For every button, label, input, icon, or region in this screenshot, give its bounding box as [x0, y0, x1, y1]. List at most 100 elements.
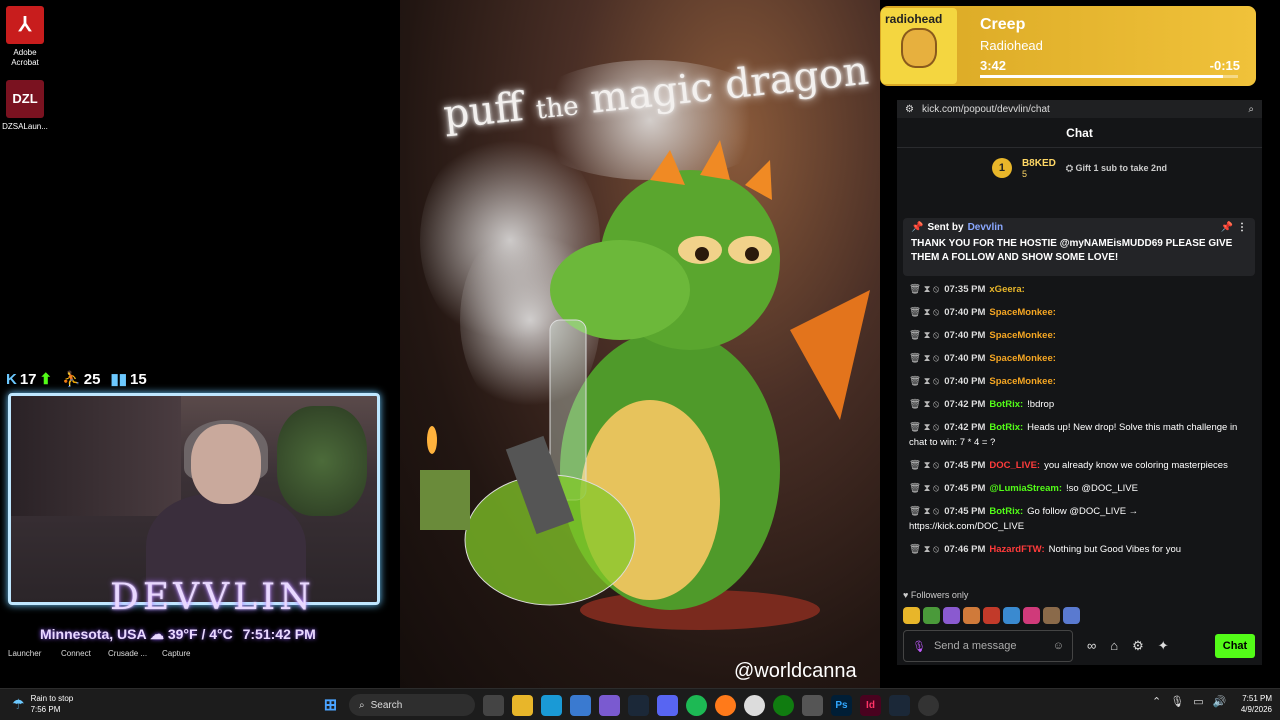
infinity-icon[interactable]: ∞: [1087, 638, 1096, 654]
message-username[interactable]: BotRix:: [989, 399, 1023, 410]
volume-icon[interactable]: 🔊: [1213, 695, 1227, 708]
message-username[interactable]: SpaceMonkee:: [989, 353, 1056, 364]
emote[interactable]: [1003, 607, 1020, 624]
message-username[interactable]: SpaceMonkee:: [989, 307, 1056, 318]
chat-message: 🗑 ⧗ ⦸ 07:42 PM BotRix: Heads up! New drop! …: [897, 416, 1262, 454]
mod-actions-icon[interactable]: 🗑 ⧗ ⦸: [909, 307, 939, 318]
desktop-icon-dzsa[interactable]: DZL DZSALaun...: [0, 80, 50, 132]
connect-label[interactable]: Connect: [61, 649, 91, 658]
store-icon[interactable]: ⌂: [1110, 638, 1118, 654]
mod-actions-icon[interactable]: 🗑 ⧗ ⦸: [909, 330, 939, 341]
steam-icon[interactable]: [628, 694, 649, 716]
chat-message: 🗑 ⧗ ⦸ 07:40 PM SpaceMonkee:: [897, 370, 1262, 393]
gift-sub-button[interactable]: ⛭ Gift 1 sub to take 2nd: [1066, 163, 1167, 174]
mod-actions-icon[interactable]: 🗑 ⧗ ⦸: [909, 399, 939, 410]
emote[interactable]: [943, 607, 960, 624]
taskbar-search[interactable]: ⌕ Search: [349, 694, 475, 716]
url-text[interactable]: kick.com/popout/devvlin/chat: [922, 104, 1240, 115]
mod-actions-icon[interactable]: 🗑 ⧗ ⦸: [909, 376, 939, 387]
emote[interactable]: [923, 607, 940, 624]
emote[interactable]: [1023, 607, 1040, 624]
leader-username[interactable]: B8KED: [1022, 158, 1056, 169]
emote-bar: [903, 607, 1080, 624]
mod-actions-icon[interactable]: 🗑 ⧗ ⦸: [909, 422, 939, 433]
heart-icon: ♥: [903, 590, 911, 600]
gear-icon[interactable]: ⚙: [1132, 638, 1144, 654]
obs-icon[interactable]: [918, 694, 939, 716]
message-username[interactable]: SpaceMonkee:: [989, 330, 1056, 341]
desktop-icon-label: Adobe: [13, 48, 37, 57]
app-icon[interactable]: [802, 694, 823, 716]
search-icon[interactable]: ⌕: [1248, 104, 1254, 115]
art-credit: @worldcanna: [734, 660, 857, 682]
desktop-icon-acrobat[interactable]: ⅄ Adobe Acrobat: [0, 6, 50, 68]
chrome-icon[interactable]: [744, 694, 765, 716]
spotify-icon[interactable]: [686, 694, 707, 716]
message-username[interactable]: HazardFTW:: [989, 544, 1044, 555]
song-title: Creep: [980, 16, 1026, 33]
microphone-icon[interactable]: 🎙: [912, 640, 926, 653]
taskbar-apps: ⊞ ⌕ Search Ps Id: [320, 694, 939, 716]
mod-actions-icon[interactable]: 🗑 ⧗ ⦸: [909, 506, 939, 517]
chevron-up-icon[interactable]: ⌃: [1152, 695, 1161, 708]
message-username[interactable]: BotRix:: [989, 506, 1023, 517]
emote[interactable]: [963, 607, 980, 624]
kick-icon: K: [6, 370, 17, 388]
pinned-sender[interactable]: Devvlin: [968, 222, 1004, 233]
arrow-up-icon: ⬆: [39, 371, 53, 388]
file-explorer-icon[interactable]: [512, 694, 533, 716]
unpin-icon[interactable]: 📌: [1221, 222, 1233, 233]
photoshop-icon[interactable]: Ps: [831, 694, 852, 716]
elapsed-time: 3:42: [980, 58, 1007, 73]
puzzle-icon[interactable]: ✦: [1158, 638, 1169, 654]
more-options-icon[interactable]: ⋮: [1237, 222, 1247, 233]
message-time: 07:40 PM: [944, 330, 986, 341]
album-cover: radiohead: [881, 8, 957, 84]
viewers-stat: ⛹ 25: [62, 370, 101, 389]
emote[interactable]: [983, 607, 1000, 624]
pinned-message: 📌 Sent by Devvlin 📌 ⋮ THANK YOU FOR THE …: [903, 218, 1255, 276]
desktop-icon-label: DZSALaun...: [2, 122, 48, 131]
message-text: !bdrop: [1027, 399, 1055, 410]
followers-only-indicator: ♥ Followers only: [903, 590, 969, 600]
mic-icon[interactable]: 🎙: [1170, 695, 1184, 708]
message-username[interactable]: BotRix:: [989, 422, 1023, 433]
edge-icon[interactable]: [541, 694, 562, 716]
chat-message-input[interactable]: 🎙 Send a message ☺: [903, 630, 1073, 662]
emote[interactable]: [1063, 607, 1080, 624]
mod-actions-icon[interactable]: 🗑 ⧗ ⦸: [909, 544, 939, 555]
launcher-label[interactable]: Launcher: [8, 649, 41, 658]
message-username[interactable]: @LumiaStream:: [989, 483, 1062, 494]
send-chat-button[interactable]: Chat: [1215, 634, 1255, 658]
message-time: 07:45 PM: [944, 483, 986, 494]
steam-icon[interactable]: [889, 694, 910, 716]
browser-url-bar[interactable]: ⚙ kick.com/popout/devvlin/chat ⌕: [897, 100, 1262, 118]
store-icon[interactable]: [570, 694, 591, 716]
indesign-icon[interactable]: Id: [860, 694, 881, 716]
crusade-label[interactable]: Crusade ...: [108, 649, 147, 658]
copilot-icon[interactable]: [599, 694, 620, 716]
message-text: you already know we coloring masterpiece…: [1044, 460, 1228, 471]
message-time: 07:35 PM: [944, 284, 986, 295]
mod-actions-icon[interactable]: 🗑 ⧗ ⦸: [909, 460, 939, 471]
network-icon[interactable]: ▭: [1193, 695, 1203, 708]
emote[interactable]: [1043, 607, 1060, 624]
discord-icon[interactable]: [657, 694, 678, 716]
message-username[interactable]: xGeera:: [989, 284, 1024, 295]
windows-start-icon[interactable]: ⊞: [320, 695, 341, 716]
taskbar-clock[interactable]: 7:51 PM 4/9/2026: [1226, 693, 1272, 715]
weather-widget[interactable]: ☂ Rain to stop 7:56 PM: [12, 693, 73, 715]
task-view-icon[interactable]: [483, 694, 504, 716]
message-time: 07:46 PM: [944, 544, 986, 555]
message-username[interactable]: DOC_LIVE:: [989, 460, 1040, 471]
firefox-icon[interactable]: [715, 694, 736, 716]
message-username[interactable]: SpaceMonkee:: [989, 376, 1056, 387]
mod-actions-icon[interactable]: 🗑 ⧗ ⦸: [909, 483, 939, 494]
emote[interactable]: [903, 607, 920, 624]
xbox-icon[interactable]: [773, 694, 794, 716]
mod-actions-icon[interactable]: 🗑 ⧗ ⦸: [909, 284, 939, 295]
mod-actions-icon[interactable]: 🗑 ⧗ ⦸: [909, 353, 939, 364]
site-settings-icon[interactable]: ⚙: [905, 104, 914, 115]
capture-label[interactable]: Capture: [162, 649, 190, 658]
emoji-icon[interactable]: ☺: [1053, 640, 1064, 652]
